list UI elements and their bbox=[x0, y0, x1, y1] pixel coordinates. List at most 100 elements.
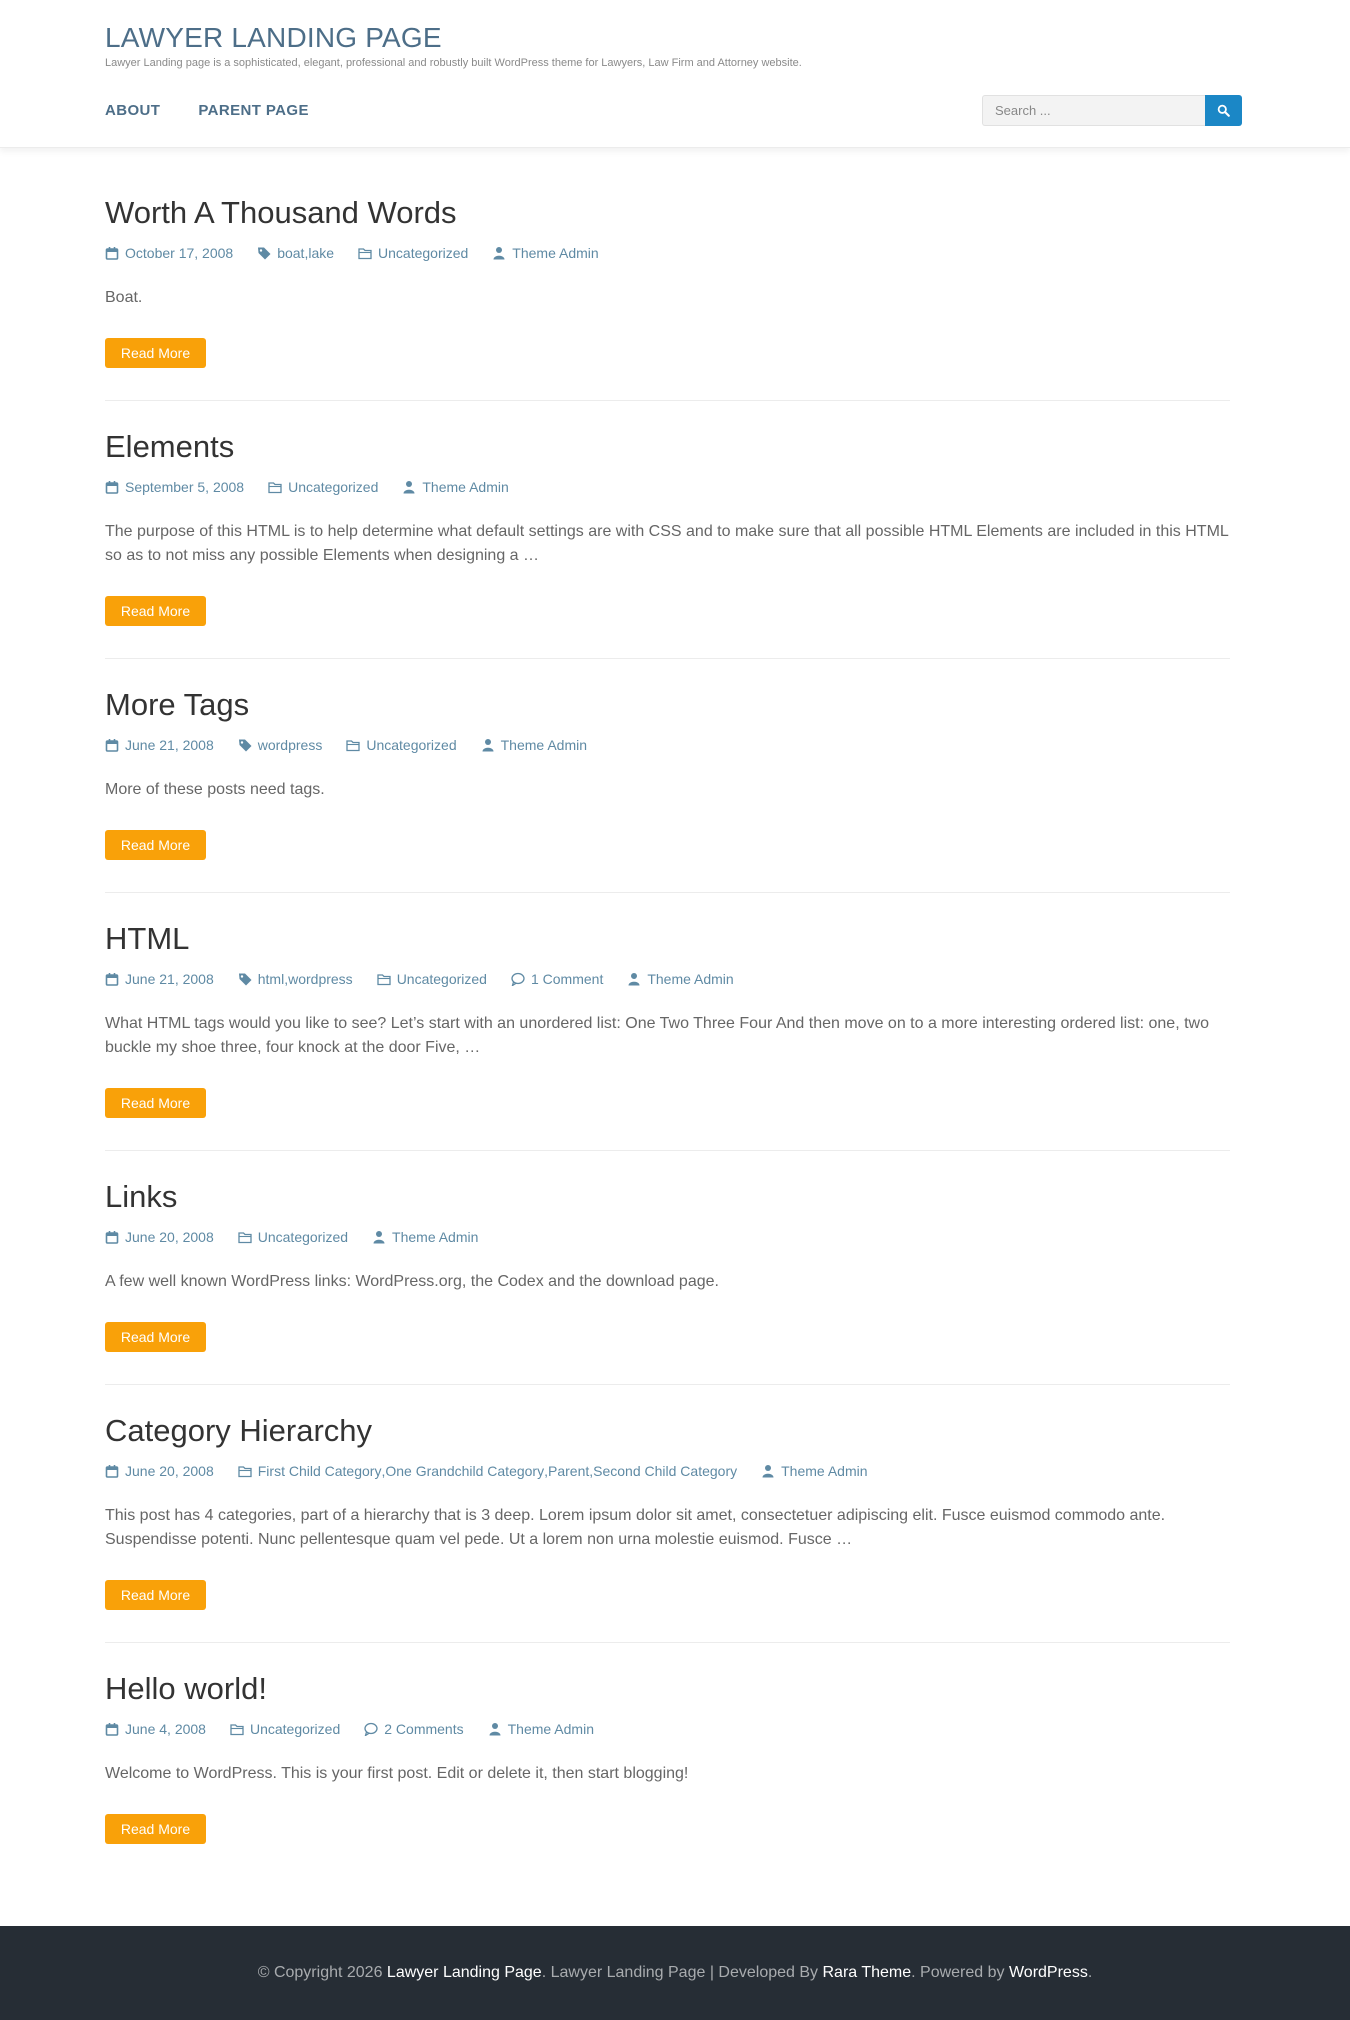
post-comments-link[interactable]: 2 Comments bbox=[384, 1721, 463, 1737]
calendar-icon bbox=[105, 481, 119, 494]
post-author: Theme Admin bbox=[481, 737, 587, 753]
footer-developer-link[interactable]: Rara Theme bbox=[823, 1964, 912, 1982]
calendar-icon bbox=[105, 1465, 119, 1478]
post-date: June 4, 2008 bbox=[105, 1721, 206, 1737]
post-author: Theme Admin bbox=[372, 1229, 478, 1245]
post-title[interactable]: Links bbox=[105, 1181, 1230, 1212]
post-excerpt: The purpose of this HTML is to help dete… bbox=[105, 523, 1229, 564]
post-categories: Uncategorized bbox=[230, 1721, 340, 1737]
user-icon bbox=[489, 1723, 501, 1736]
post-author: Theme Admin bbox=[761, 1463, 868, 1479]
post-author-link[interactable]: Theme Admin bbox=[512, 245, 598, 261]
post: Links June 20, 2008 Uncategorized Theme Adm… bbox=[105, 1181, 1230, 1385]
post-comments: 1 Comment bbox=[511, 971, 603, 987]
user-icon bbox=[628, 973, 640, 986]
post-date-link[interactable]: October 17, 2008 bbox=[125, 245, 233, 261]
read-more-button[interactable]: Read More bbox=[105, 1814, 206, 1844]
post-meta: June 21, 2008 html, wordpress Uncategorize… bbox=[105, 971, 758, 987]
post-tags-link[interactable]: wordpress bbox=[288, 971, 353, 987]
folder-icon bbox=[346, 740, 360, 752]
footer-site-link[interactable]: Lawyer Landing Page bbox=[387, 1964, 542, 1982]
calendar-icon bbox=[105, 1723, 119, 1736]
search-input[interactable] bbox=[982, 95, 1205, 126]
post-divider bbox=[105, 892, 1230, 893]
post-author-link[interactable]: Theme Admin bbox=[508, 1721, 594, 1737]
post-categories: Uncategorized bbox=[268, 479, 378, 495]
post: Category Hierarchy June 20, 2008 First Chi… bbox=[105, 1415, 1230, 1643]
post-meta: October 17, 2008 boat, lake Uncategorized T… bbox=[105, 245, 623, 261]
post-title[interactable]: Category Hierarchy bbox=[105, 1415, 1230, 1446]
post-author-link[interactable]: Theme Admin bbox=[781, 1463, 867, 1479]
post-meta: June 20, 2008 Uncategorized Theme Admin bbox=[105, 1229, 502, 1245]
post-categories-link[interactable]: Uncategorized bbox=[378, 245, 468, 261]
post-categories-link[interactable]: First Child Category bbox=[258, 1463, 382, 1479]
calendar-icon bbox=[105, 1231, 119, 1244]
search-form bbox=[982, 95, 1242, 126]
post-comments-link[interactable]: 1 Comment bbox=[531, 971, 603, 987]
post-tags-link[interactable]: boat bbox=[277, 245, 304, 261]
post-date: June 21, 2008 bbox=[105, 971, 214, 987]
post-date: September 5, 2008 bbox=[105, 479, 244, 495]
post-date-link[interactable]: June 20, 2008 bbox=[125, 1229, 214, 1245]
post-meta: June 4, 2008 Uncategorized 2 Comments Theme… bbox=[105, 1721, 618, 1737]
main-nav: ABOUT PARENT PAGE bbox=[105, 102, 309, 119]
user-icon bbox=[762, 1465, 774, 1478]
post-divider bbox=[105, 1384, 1230, 1385]
post-excerpt: A few well known WordPress links: WordPr… bbox=[105, 1273, 719, 1290]
post-date: June 20, 2008 bbox=[105, 1463, 214, 1479]
post-title[interactable]: Hello world! bbox=[105, 1673, 1230, 1704]
read-more-button[interactable]: Read More bbox=[105, 1088, 206, 1118]
footer-wordpress-link[interactable]: WordPress bbox=[1009, 1964, 1088, 1982]
user-icon bbox=[482, 739, 494, 752]
read-more-button[interactable]: Read More bbox=[105, 1580, 206, 1610]
user-icon bbox=[403, 481, 415, 494]
nav-item-parent-page[interactable]: PARENT PAGE bbox=[198, 102, 309, 119]
post-excerpt: Boat. bbox=[105, 289, 143, 306]
post-title[interactable]: Worth A Thousand Words bbox=[105, 197, 1230, 228]
post-tags-link[interactable]: lake bbox=[308, 245, 334, 261]
post-divider bbox=[105, 1150, 1230, 1151]
post-categories-link[interactable]: Uncategorized bbox=[366, 737, 456, 753]
search-icon bbox=[1217, 104, 1230, 117]
post-tags: html, wordpress bbox=[238, 971, 353, 987]
post-author-link[interactable]: Theme Admin bbox=[422, 479, 508, 495]
comment-icon bbox=[364, 1722, 378, 1736]
post-categories-link[interactable]: Uncategorized bbox=[250, 1721, 340, 1737]
read-more-button[interactable]: Read More bbox=[105, 830, 206, 860]
tag-icon bbox=[258, 247, 271, 260]
post-date-link[interactable]: June 4, 2008 bbox=[125, 1721, 206, 1737]
post-categories-link[interactable]: One Grandchild Category bbox=[385, 1463, 544, 1479]
post-categories-link[interactable]: Uncategorized bbox=[397, 971, 487, 987]
post-tags-link[interactable]: wordpress bbox=[258, 737, 323, 753]
post-tags: wordpress bbox=[238, 737, 323, 753]
post-categories: Uncategorized bbox=[358, 245, 468, 261]
post-title[interactable]: Elements bbox=[105, 431, 1230, 462]
post: HTML June 21, 2008 html, wordpress Uncatego… bbox=[105, 923, 1230, 1151]
post-categories-link[interactable]: Second Child Category bbox=[593, 1463, 737, 1479]
read-more-button[interactable]: Read More bbox=[105, 1322, 206, 1352]
post-date-link[interactable]: June 20, 2008 bbox=[125, 1463, 214, 1479]
post-author-link[interactable]: Theme Admin bbox=[501, 737, 587, 753]
post-author-link[interactable]: Theme Admin bbox=[647, 971, 733, 987]
post-categories: Uncategorized bbox=[377, 971, 487, 987]
post-author-link[interactable]: Theme Admin bbox=[392, 1229, 478, 1245]
read-more-button[interactable]: Read More bbox=[105, 596, 206, 626]
post-title[interactable]: More Tags bbox=[105, 689, 1230, 720]
site-title[interactable]: LAWYER LANDING PAGE bbox=[105, 22, 442, 54]
post-divider bbox=[105, 400, 1230, 401]
post-date-link[interactable]: September 5, 2008 bbox=[125, 479, 244, 495]
post-categories-link[interactable]: Uncategorized bbox=[288, 479, 378, 495]
post-categories-link[interactable]: Parent bbox=[548, 1463, 589, 1479]
search-button[interactable] bbox=[1205, 95, 1242, 126]
post-excerpt: This post has 4 categories, part of a hi… bbox=[105, 1507, 1166, 1548]
post-categories-link[interactable]: Uncategorized bbox=[258, 1229, 348, 1245]
post-date-link[interactable]: June 21, 2008 bbox=[125, 737, 214, 753]
read-more-button[interactable]: Read More bbox=[105, 338, 206, 368]
folder-icon bbox=[238, 1466, 252, 1478]
post-author: Theme Admin bbox=[492, 245, 599, 261]
post-date: October 17, 2008 bbox=[105, 245, 233, 261]
nav-item-about[interactable]: ABOUT bbox=[105, 102, 160, 119]
post-title[interactable]: HTML bbox=[105, 923, 1230, 954]
post-tags-link[interactable]: html bbox=[258, 971, 284, 987]
post-date-link[interactable]: June 21, 2008 bbox=[125, 971, 214, 987]
